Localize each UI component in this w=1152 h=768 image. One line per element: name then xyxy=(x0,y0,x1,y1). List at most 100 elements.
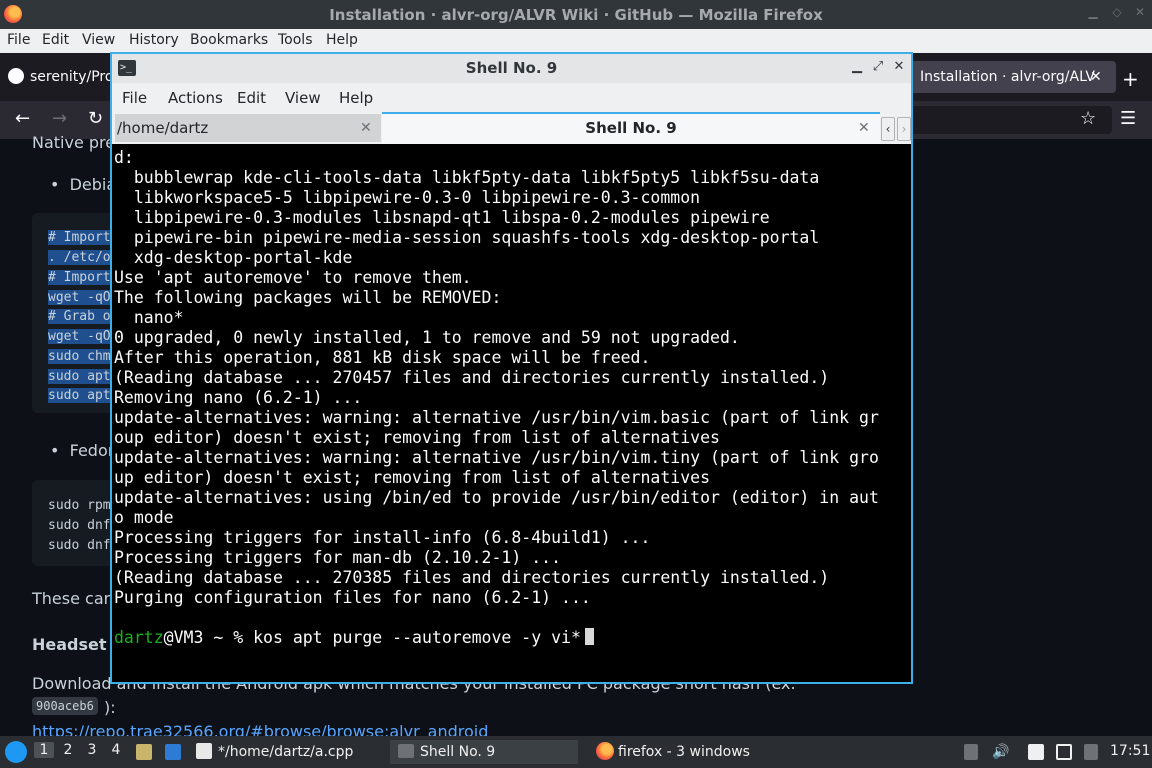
terminal-line: d: xyxy=(114,148,134,167)
url-bar[interactable]: ☆ xyxy=(880,106,1112,134)
bookmark-star-icon[interactable]: ☆ xyxy=(1080,110,1096,128)
terminal-line: o mode xyxy=(114,508,174,527)
display-icon[interactable] xyxy=(1056,744,1072,760)
menu-history[interactable]: History xyxy=(129,32,179,48)
menu-help[interactable]: Help xyxy=(326,32,358,48)
terminal-line: Use 'apt autoremove' to remove them. xyxy=(114,268,472,287)
code-line: sudo chm xyxy=(48,349,115,364)
menu-tools[interactable]: Tools xyxy=(278,32,313,48)
forward-icon[interactable]: → xyxy=(52,110,67,128)
terminal-line: The following packages will be REMOVED: xyxy=(114,288,502,307)
menu-edit[interactable]: Edit xyxy=(237,89,266,107)
task-firefox[interactable]: firefox - 3 windows xyxy=(596,740,750,764)
native-pre-text: Native pre- xyxy=(32,133,121,152)
task-label: */home/dartz/a.cpp xyxy=(218,744,354,760)
new-tab-button[interactable]: + xyxy=(1122,67,1139,91)
desktop-1[interactable]: 1 xyxy=(34,742,54,758)
debian-code-block: # Import . /etc/o # Import wget -qO # Gr… xyxy=(32,213,122,413)
tab-serenity[interactable]: serenity/Pro xyxy=(8,61,110,93)
task-editor[interactable]: */home/dartz/a.cpp xyxy=(196,740,353,764)
menu-file[interactable]: File xyxy=(7,32,30,48)
code-line: sudo apt xyxy=(48,388,115,403)
start-menu-icon[interactable] xyxy=(5,741,27,763)
terminal-line: pipewire-bin pipewire-media-session squa… xyxy=(114,228,820,247)
code-line: # Import xyxy=(48,270,115,285)
tab-label: serenity/Pro xyxy=(30,69,110,85)
task-shell[interactable]: Shell No. 9 xyxy=(390,740,578,764)
volume-icon[interactable]: 🔊 xyxy=(992,744,1009,760)
terminal-line: After this operation, 881 kB disk space … xyxy=(114,348,651,367)
code-line: sudo dnf xyxy=(48,538,111,553)
firefox-icon xyxy=(596,742,614,760)
konsole-titlebar: >_ Shell No. 9 ▁ ⤢ ✕ xyxy=(112,54,911,83)
code-line: # Grab o xyxy=(48,309,115,324)
menu-file[interactable]: File xyxy=(122,89,147,107)
text-cursor xyxy=(584,628,594,645)
firefox-menubar: File Edit View History Bookmarks Tools H… xyxy=(0,29,1152,53)
hash-code: 900aceb6 xyxy=(32,697,98,715)
maximize-icon[interactable]: ⤢ xyxy=(870,59,886,75)
app-menu-icon[interactable]: ☰ xyxy=(1120,110,1136,128)
firefox-window-title: Installation · alvr-org/ALVR Wiki · GitH… xyxy=(329,6,823,24)
taskbar: 1 2 3 4 */home/dartz/a.cpp Shell No. 9 f… xyxy=(0,736,1152,768)
desktop-3[interactable]: 3 xyxy=(82,742,102,758)
tab-close-icon[interactable]: ✕ xyxy=(858,114,870,142)
tab-scroll-right-icon[interactable]: › xyxy=(897,117,911,141)
terminal-line: libpipewire-0.3-modules libsnapd-qt1 lib… xyxy=(114,208,770,227)
menu-bookmarks[interactable]: Bookmarks xyxy=(190,32,268,48)
clock[interactable]: 17:51 xyxy=(1110,743,1150,759)
tab-label: Shell No. 9 xyxy=(585,119,677,137)
code-line: wget -qO xyxy=(48,290,115,305)
terminal-line: Processing triggers for man-db (2.10.2-1… xyxy=(114,548,562,567)
back-icon[interactable]: ← xyxy=(15,110,30,128)
terminal-line: update-alternatives: warning: alternativ… xyxy=(114,448,879,467)
terminal-line: xdg-desktop-portal-kde xyxy=(114,248,353,267)
github-icon xyxy=(8,68,24,84)
show-desktop-icon[interactable] xyxy=(165,744,181,760)
network-icon[interactable] xyxy=(1084,744,1098,760)
konsole-tabbar: /home/dartz ✕ Shell No. 9 ✕ ‹ › xyxy=(112,112,911,144)
menu-help[interactable]: Help xyxy=(339,89,373,107)
tab-installation[interactable]: Installation · alvr-org/ALV ✕ xyxy=(906,61,1116,93)
terminal-line: libkworkspace5-5 libpipewire-0.3-0 libpi… xyxy=(114,188,701,207)
terminal-line: Processing triggers for install-info (6.… xyxy=(114,528,651,547)
tab-close-icon[interactable]: ✕ xyxy=(360,114,372,142)
headset-heading: Headset xyxy=(32,635,107,654)
minimize-icon[interactable]: ▁ xyxy=(849,59,865,75)
text-editor-icon xyxy=(196,743,212,759)
reload-icon[interactable]: ↻ xyxy=(88,110,103,128)
desktop-2[interactable]: 2 xyxy=(58,742,78,758)
desktop-4[interactable]: 4 xyxy=(106,742,126,758)
code-line: sudo rpm xyxy=(48,498,111,513)
menu-view[interactable]: View xyxy=(82,32,115,48)
hash-suffix: ): xyxy=(104,698,116,717)
konsole-window-title: Shell No. 9 xyxy=(465,59,558,77)
code-line: . /etc/o xyxy=(48,250,115,265)
menu-actions[interactable]: Actions xyxy=(168,89,223,107)
maximize-icon[interactable]: ◇ xyxy=(1110,5,1124,19)
file-manager-icon[interactable] xyxy=(136,744,152,760)
tab-home-dartz[interactable]: /home/dartz ✕ xyxy=(115,114,381,142)
firefox-titlebar: Installation · alvr-org/ALVR Wiki · GitH… xyxy=(0,0,1152,29)
menu-view[interactable]: View xyxy=(285,89,321,107)
konsole-window: >_ Shell No. 9 ▁ ⤢ ✕ File Actions Edit V… xyxy=(110,52,913,684)
menu-edit[interactable]: Edit xyxy=(42,32,69,48)
terminal-output[interactable]: d: bubblewrap kde-cli-tools-data libkf5p… xyxy=(112,144,911,682)
close-icon[interactable]: ✕ xyxy=(891,59,907,75)
task-label: firefox - 3 windows xyxy=(618,744,750,760)
code-line: sudo apt xyxy=(48,369,115,384)
tray-expander-icon[interactable] xyxy=(964,744,978,760)
tab-shell-no-9[interactable]: Shell No. 9 ✕ xyxy=(382,112,880,144)
close-icon[interactable]: ✕ xyxy=(1133,5,1147,19)
terminal-line: update-alternatives: using /bin/ed to pr… xyxy=(114,488,879,507)
tab-close-icon[interactable]: ✕ xyxy=(1090,61,1102,93)
tab-label: /home/dartz xyxy=(117,119,209,137)
tab-scroll-left-icon[interactable]: ‹ xyxy=(881,117,895,141)
command-input[interactable]: kos apt purge --autoremove -y vi* xyxy=(253,628,581,647)
these-can-text: These can xyxy=(32,589,114,608)
minimize-icon[interactable]: ▁ xyxy=(1086,5,1100,19)
terminal-line: oup editor) doesn't exist; removing from… xyxy=(114,428,720,447)
terminal-line: (Reading database ... 270457 files and d… xyxy=(114,368,830,387)
clipboard-icon[interactable] xyxy=(1028,744,1044,760)
terminal-line: nano* xyxy=(114,308,184,327)
